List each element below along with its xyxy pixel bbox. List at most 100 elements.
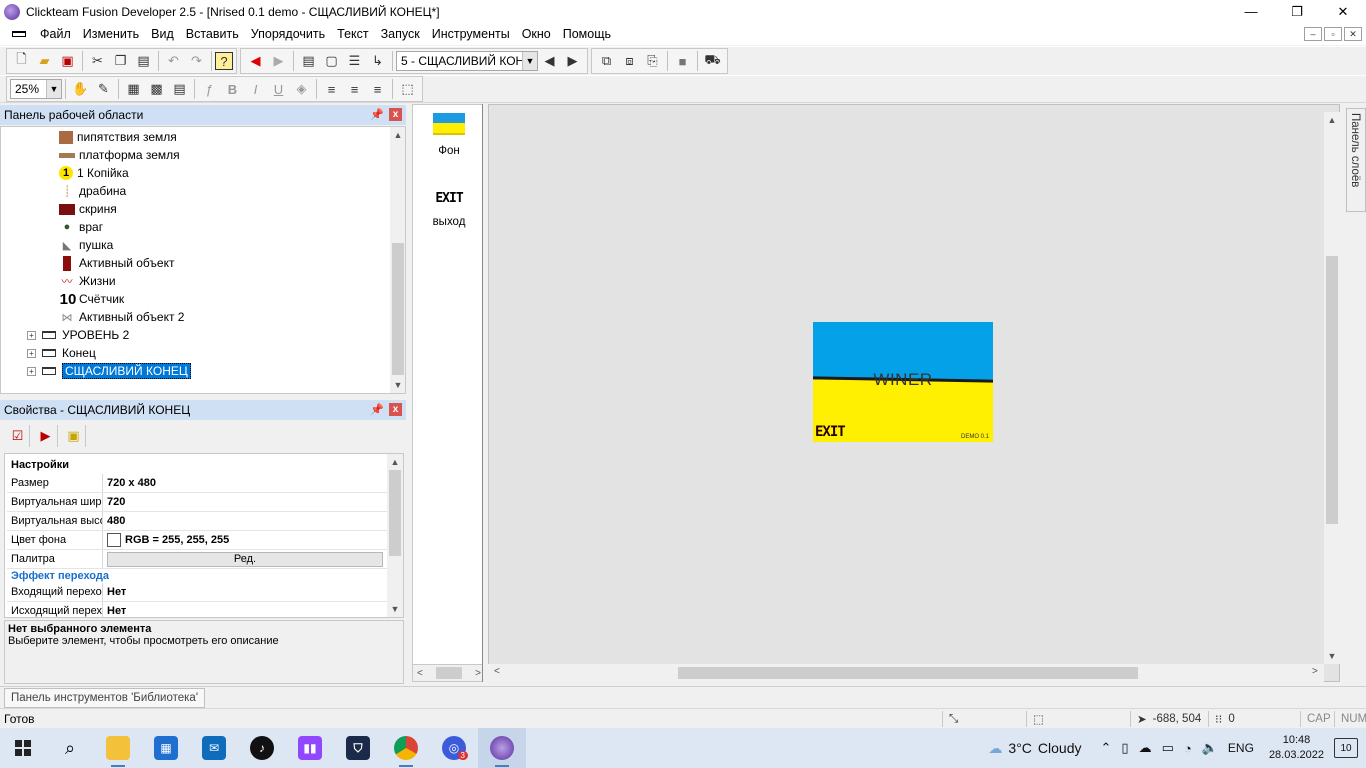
property-row[interactable]: Исходящий перех Нет — [7, 602, 387, 617]
tree-item[interactable]: платформа земля — [59, 146, 180, 164]
snap-icon[interactable]: ▩ — [145, 78, 168, 100]
property-row[interactable]: Цвет фона RGB = 255, 255, 255 — [7, 531, 387, 550]
tree-item-frame[interactable]: + Конец — [27, 344, 96, 362]
scroll-up-icon[interactable]: ▲ — [390, 127, 405, 143]
mdi-restore-button[interactable]: ▫ — [1324, 27, 1342, 41]
undo-icon[interactable]: ↶ — [162, 50, 185, 72]
pin-icon[interactable]: 📌 — [370, 108, 384, 121]
run-application-icon[interactable]: ⧈ — [618, 50, 641, 72]
shelf-item-exit[interactable]: EXIT выход — [413, 191, 485, 228]
tree-item[interactable]: ⋈ Активный объект 2 — [59, 308, 185, 326]
menu-edit[interactable]: Изменить — [77, 27, 145, 41]
scroll-thumb[interactable] — [392, 243, 404, 375]
tree-item[interactable]: пипятствия земля — [59, 128, 177, 146]
scroll-right-icon[interactable]: > — [475, 668, 481, 679]
exit-button-object[interactable]: EXIT — [815, 424, 846, 440]
resize-icon[interactable]: ⬚ — [396, 78, 419, 100]
start-button[interactable] — [0, 728, 46, 768]
mdi-close-button[interactable]: ✕ — [1344, 27, 1362, 41]
close-button[interactable]: ✕ — [1320, 0, 1366, 23]
device-icon[interactable]: ▯ — [1121, 740, 1128, 756]
expand-icon[interactable]: + — [27, 330, 36, 340]
scroll-left-icon[interactable]: < — [417, 668, 423, 679]
tree-item[interactable]: ┊ драбина — [59, 182, 127, 200]
notification-center-icon[interactable]: 10 — [1334, 738, 1358, 758]
search-button[interactable]: ⌕ — [46, 728, 94, 768]
paste-icon[interactable]: ▤ — [132, 50, 155, 72]
taskbar-app-badge[interactable]: ◎ 3 — [430, 728, 478, 768]
scroll-down-icon[interactable]: ▼ — [390, 377, 405, 393]
shelf-scrollbar[interactable]: < > — [412, 664, 486, 682]
scroll-thumb[interactable] — [1326, 256, 1338, 524]
menu-help[interactable]: Помощь — [557, 27, 617, 41]
color-swatch[interactable] — [107, 533, 121, 547]
weather-widget[interactable]: ☁ 3°C Cloudy — [988, 740, 1081, 757]
new-file-icon[interactable]: 🗋 — [10, 50, 33, 72]
library-tab[interactable]: Панель инструментов 'Библиотека' — [4, 688, 206, 708]
menu-text[interactable]: Текст — [331, 27, 374, 41]
redo-icon[interactable]: ↷ — [185, 50, 208, 72]
scroll-down-icon[interactable]: ▼ — [1324, 648, 1340, 664]
fill-color-icon[interactable]: ◈ — [290, 78, 313, 100]
scroll-down-icon[interactable]: ▼ — [387, 601, 403, 617]
minimize-button[interactable]: — — [1228, 0, 1274, 23]
tree-item[interactable]: ● враг — [59, 218, 103, 236]
battery-icon[interactable]: ▭ — [1162, 740, 1174, 756]
properties-scrollbar[interactable]: ▲ ▼ — [387, 454, 403, 617]
frame-editor-icon[interactable]: ▢ — [320, 50, 343, 72]
tree-item[interactable]: ◣ пушка — [59, 236, 114, 254]
system-menu-icon[interactable] — [12, 31, 26, 37]
mdi-minimize-button[interactable]: – — [1304, 27, 1322, 41]
tree-item[interactable]: 〰 Жизни — [59, 272, 116, 290]
close-icon[interactable]: x — [389, 403, 402, 416]
scroll-up-icon[interactable]: ▲ — [387, 454, 403, 470]
font-icon[interactable]: ƒ — [198, 78, 221, 100]
open-folder-icon[interactable]: ▰ — [33, 50, 56, 72]
tree-item-frame-selected[interactable]: + СЩАСЛИВИЙ КОНЕЦ — [27, 362, 191, 380]
stop-icon[interactable]: ■ — [671, 50, 694, 72]
frame-editor[interactable]: WINER EXIT DEMO 0.1 — [488, 104, 1340, 682]
scroll-thumb[interactable] — [436, 667, 462, 679]
scroll-thumb[interactable] — [678, 667, 1138, 679]
taskbar-twitch[interactable]: ▮▮ — [286, 728, 334, 768]
tree-item[interactable]: 10 Счётчик — [59, 290, 125, 308]
frame-select[interactable]: 5 - СЩАСЛИВИЙ КОНЕЦ ▼ — [396, 51, 538, 71]
about-tab-icon[interactable]: ▣ — [62, 425, 86, 447]
scroll-right-icon[interactable]: > — [1312, 666, 1318, 677]
property-row[interactable]: Входящий перехо Нет — [7, 583, 387, 602]
menu-file[interactable]: Файл — [34, 27, 77, 41]
palette-edit-button[interactable]: Ред. — [107, 551, 383, 567]
taskbar-mail[interactable]: ✉ — [190, 728, 238, 768]
close-icon[interactable]: x — [389, 108, 402, 121]
property-row[interactable]: Виртуальная шир 720 — [7, 493, 387, 512]
onedrive-icon[interactable]: ☁ — [1139, 740, 1152, 756]
scroll-left-icon[interactable]: < — [494, 666, 500, 677]
underline-icon[interactable]: U — [267, 78, 290, 100]
bold-icon[interactable]: B — [221, 78, 244, 100]
layers-panel-tab[interactable]: Панель слоёв — [1346, 108, 1366, 212]
expand-icon[interactable]: + — [27, 348, 36, 358]
clock[interactable]: 10:48 28.03.2022 — [1269, 733, 1324, 763]
taskbar-fusion[interactable] — [478, 728, 526, 768]
tree-item-frame[interactable]: + УРОВЕНЬ 2 — [27, 326, 129, 344]
back-icon[interactable]: ◀ — [244, 50, 267, 72]
scroll-up-icon[interactable]: ▲ — [1324, 112, 1340, 128]
taskbar-tiktok[interactable]: ♪ — [238, 728, 286, 768]
taskbar-store[interactable]: ▦ — [142, 728, 190, 768]
winer-text[interactable]: WINER — [813, 370, 993, 390]
build-icon[interactable]: ⛟ — [701, 50, 724, 72]
zoom-select[interactable]: 25% ▼ — [10, 79, 62, 99]
align-right-icon[interactable]: ≡ — [366, 78, 389, 100]
hand-icon[interactable]: ✋ — [69, 78, 92, 100]
event-editor-icon[interactable]: ↳ — [366, 50, 389, 72]
next-frame-icon[interactable]: ▶ — [561, 50, 584, 72]
menu-insert[interactable]: Вставить — [180, 27, 245, 41]
copy-icon[interactable]: ❐ — [109, 50, 132, 72]
wifi-icon[interactable]: ◔ — [1184, 741, 1192, 756]
pin-icon[interactable]: 📌 — [370, 403, 384, 416]
tree-item[interactable]: 1 1 Копійка — [59, 164, 129, 182]
chevron-up-icon[interactable]: ⌃ — [1101, 740, 1112, 756]
menu-run[interactable]: Запуск — [375, 27, 426, 41]
property-row[interactable]: Виртуальная высо 480 — [7, 512, 387, 531]
menu-arrange[interactable]: Упорядочить — [245, 27, 331, 41]
